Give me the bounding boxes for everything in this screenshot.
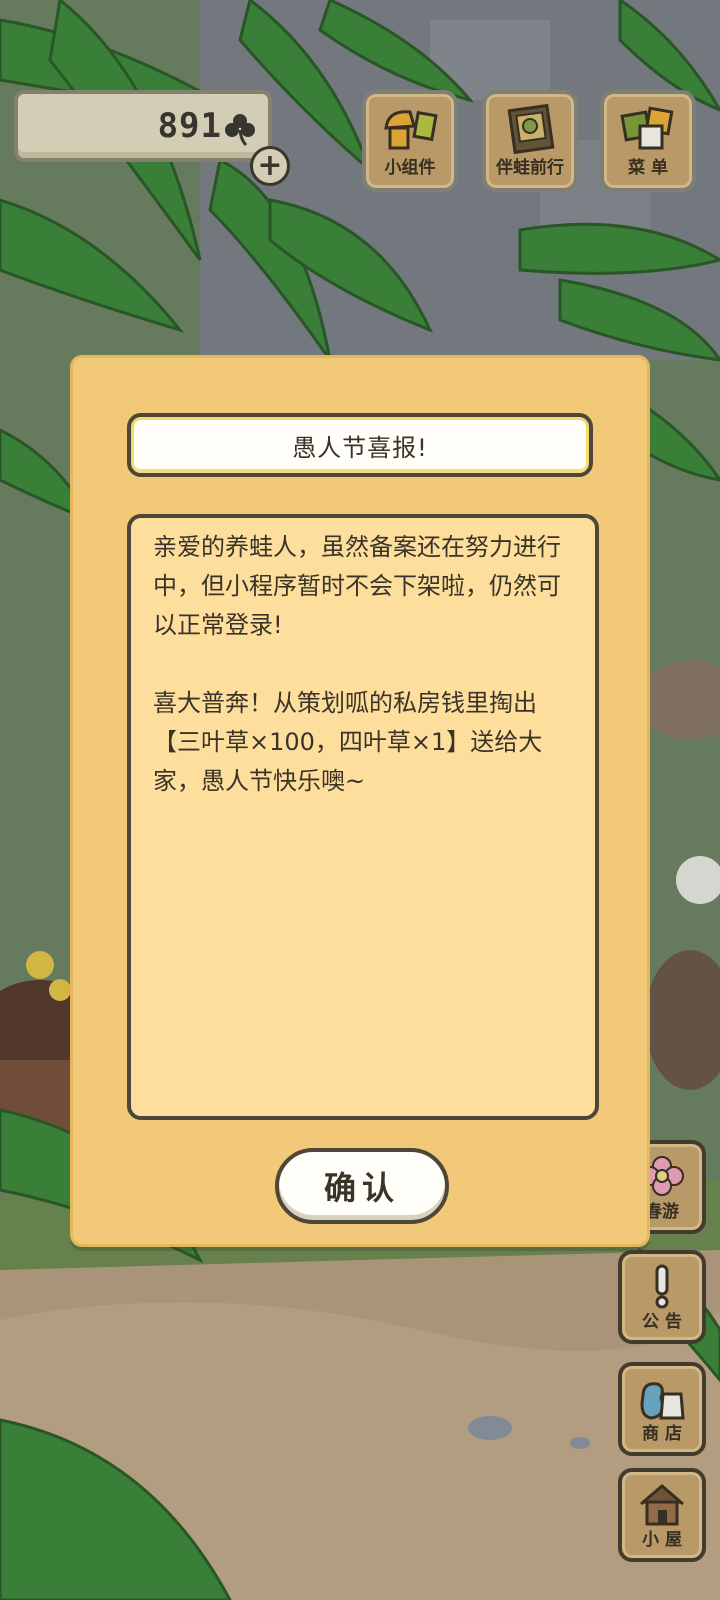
confirm-button[interactable]: 确认: [275, 1148, 449, 1224]
dialog-title: 愚人节喜报!: [292, 433, 428, 462]
announcement-dialog: 愚人节喜报! 亲爱的养蛙人，虽然备案还在努力进行中，但小程序暂时不会下架啦，仍然…: [70, 355, 650, 1247]
game-screen: 891 + 小组件 伴蛙前行 菜 单 春游 公 告 商 店 小 屋 愚人节喜报!…: [0, 0, 720, 1600]
dialog-message: 亲爱的养蛙人，虽然备案还在努力进行中，但小程序暂时不会下架啦，仍然可以正常登录!…: [153, 533, 561, 795]
dialog-title-box: 愚人节喜报!: [127, 413, 593, 477]
dialog-message-box: 亲爱的养蛙人，虽然备案还在努力进行中，但小程序暂时不会下架啦，仍然可以正常登录!…: [127, 514, 599, 1120]
